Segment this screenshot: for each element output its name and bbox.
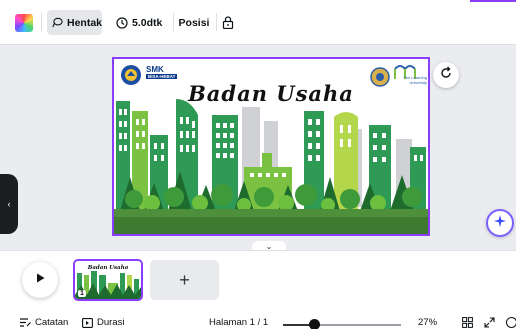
add-page-button[interactable]: + <box>150 260 219 300</box>
selection-accent-line <box>470 0 516 2</box>
zoom-slider[interactable] <box>283 324 401 326</box>
status-bar: Catatan Durasi Halaman 1 / 1 27% <box>0 314 516 329</box>
color-picker-swatch[interactable] <box>15 14 33 32</box>
page-number-badge: 1 <box>78 290 86 297</box>
hentak-label: Hentak <box>67 16 103 29</box>
school-logo-subtext: BISA-HEBAT <box>146 74 178 79</box>
clock-icon <box>116 16 128 29</box>
thumbnail-title: Badan Usaha <box>87 265 129 271</box>
notes-button[interactable]: Catatan <box>20 317 68 328</box>
duration-label: 5.0dtk <box>132 16 163 29</box>
notes-icon <box>20 318 31 327</box>
lock-button[interactable] <box>218 10 238 35</box>
sparkle-icon <box>493 214 507 233</box>
hentak-button[interactable]: Hentak <box>47 10 102 35</box>
slide-title[interactable]: Badan Usaha <box>114 81 428 106</box>
duration-button[interactable]: 5.0dtk <box>112 10 174 35</box>
pages-panel: Badan Usaha 1 + <box>0 250 516 314</box>
zoom-percentage[interactable]: 27% <box>418 317 437 328</box>
posisi-label: Posisi <box>178 16 210 29</box>
help-icon[interactable] <box>506 317 516 328</box>
grid-view-icon[interactable] <box>462 317 473 328</box>
fullscreen-icon[interactable] <box>484 317 495 328</box>
school-logo-text: SMK <box>146 65 164 74</box>
duration-panel-button[interactable]: Durasi <box>82 317 124 328</box>
duration-panel-label: Durasi <box>97 317 125 328</box>
play-button[interactable] <box>22 262 58 298</box>
rotate-icon <box>439 66 453 85</box>
page-thumbnail[interactable]: Badan Usaha 1 <box>73 259 143 301</box>
notes-label: Catatan <box>35 317 69 328</box>
university-logo-text: The Learning University <box>403 75 427 85</box>
zoom-slider-handle[interactable] <box>309 319 321 329</box>
play-icon <box>34 271 46 289</box>
timer-icon <box>82 317 93 328</box>
slide-canvas[interactable]: SMK BISA-HEBAT Badan Usaha The Learning … <box>112 57 430 236</box>
toolbar-divider <box>41 13 42 31</box>
page-indicator[interactable]: Halaman 1 / 1 <box>209 317 268 328</box>
lock-icon <box>222 16 234 29</box>
rotate-button[interactable] <box>433 62 459 88</box>
magic-assistant-button[interactable] <box>486 209 514 237</box>
pulse-icon <box>52 17 63 28</box>
top-toolbar: Hentak 5.0dtk Posisi <box>0 0 516 45</box>
plus-icon: + <box>179 269 190 290</box>
side-panel-toggle[interactable]: ‹ <box>0 174 18 234</box>
toolbar-divider <box>216 13 217 31</box>
chevron-left-icon: ‹ <box>7 199 11 209</box>
posisi-button[interactable]: Posisi <box>174 10 214 35</box>
